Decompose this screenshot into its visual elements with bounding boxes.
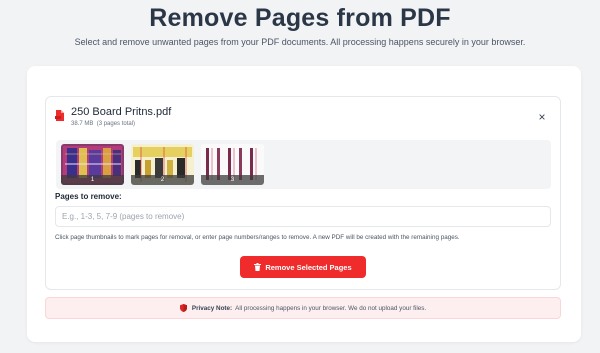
page-thumbnail-3[interactable]: 3 [201,144,264,185]
remove-button-label: Remove Selected Pages [265,262,352,272]
shield-icon [179,304,187,312]
page-thumbnail-1[interactable]: 1 [61,144,124,185]
page-thumbnail-2[interactable]: 2 [131,144,194,185]
file-size: 38.7 MB [71,121,94,127]
page-number-label: 3 [201,175,264,185]
close-icon[interactable]: × [535,110,549,124]
privacy-text: All processing happens in your browser. … [235,304,427,312]
privacy-note: Privacy Note: All processing happens in … [45,297,561,319]
pages-to-remove-label: Pages to remove: [55,192,122,201]
file-page-count: (3 pages total) [96,121,136,127]
remove-selected-pages-button[interactable]: Remove Selected Pages [240,256,366,278]
pages-to-remove-input[interactable] [55,206,551,227]
privacy-title: Privacy Note: [191,304,233,312]
file-name: 250 Board Pritns.pdf [71,106,172,118]
file-meta: 38.7 MB (3 pages total) [71,121,135,127]
page-subtitle: Select and remove unwanted pages from yo… [74,37,526,47]
page-number-label: 1 [61,175,124,185]
page-number-label: 2 [131,175,194,185]
page-title: Remove Pages from PDF [149,4,451,32]
help-text: Click page thumbnails to mark pages for … [55,234,460,241]
trash-icon [254,263,262,271]
pdf-file-icon [55,110,64,121]
